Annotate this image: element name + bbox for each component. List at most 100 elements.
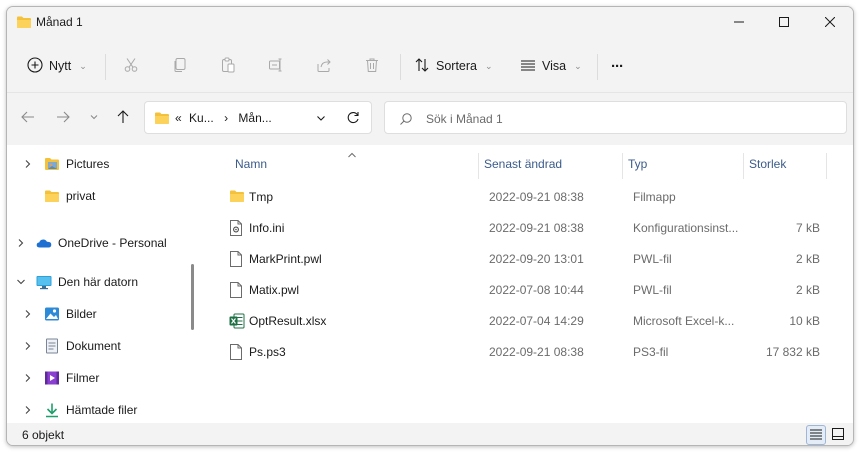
file-size: 10 kB [789,314,820,328]
address-history-dropdown[interactable] [316,112,326,126]
file-name: Matix.pwl [249,283,300,297]
details-view-icon [810,428,822,443]
chevron-right-icon[interactable] [22,309,34,319]
copy-icon [172,57,188,76]
chevron-right-icon[interactable] [22,405,34,415]
file-modified: 2022-09-20 13:01 [489,252,584,266]
more-icon: ··· [611,57,624,75]
chevron-right-icon[interactable] [22,159,34,169]
pictures-icon [44,306,60,322]
sidebar-item-bilder[interactable]: Bilder [7,302,193,326]
toolbar-divider [400,54,401,80]
chevron-down-icon [89,111,99,125]
column-divider[interactable] [622,153,623,179]
video-icon [44,370,60,386]
refresh-icon[interactable] [346,111,360,128]
view-list-icon [520,57,536,76]
file-size: 7 kB [795,221,820,235]
table-row[interactable]: Info.ini 2022-09-21 08:38 Konfigurations… [222,214,832,242]
chevron-right-icon[interactable] [22,341,34,351]
file-type: PWL-fil [633,252,672,266]
file-name: Info.ini [249,221,285,235]
up-button[interactable] [112,107,134,129]
trash-icon [364,57,380,76]
file-type: Microsoft Excel-k... [633,314,735,328]
pictures-icon [44,156,60,172]
search-box[interactable]: Sök i Månad 1 [384,101,847,134]
cut-button[interactable] [119,54,143,78]
sidebar-item-onedrive[interactable]: OneDrive - Personal [7,231,193,255]
file-name: Ps.ps3 [249,345,286,359]
column-divider[interactable] [826,153,827,179]
forward-button[interactable] [52,107,74,129]
rename-icon [268,57,284,76]
copy-button[interactable] [168,54,192,78]
toolbar-divider [597,54,598,80]
recent-locations-button[interactable] [83,107,105,129]
back-button[interactable] [17,107,39,129]
sidebar-item-pictures[interactable]: Pictures [7,152,193,176]
rename-button[interactable] [264,54,288,78]
navigation-scrollbar-thumb[interactable] [191,264,194,330]
file-modified: 2022-09-21 08:38 [489,190,584,204]
sort-button[interactable]: Sortera ⌄ [414,52,493,80]
paste-button[interactable] [216,54,240,78]
sidebar-item-label: Hämtade filer [66,403,138,417]
share-button[interactable] [312,54,336,78]
scissors-icon [123,57,139,76]
sidebar-item-dokument[interactable]: Dokument [7,334,193,358]
column-header-type[interactable]: Typ [628,157,647,171]
sidebar-item-this-pc[interactable]: Den här datorn [7,270,193,294]
delete-button[interactable] [360,54,384,78]
close-button[interactable] [807,7,853,37]
tiles-view-button[interactable] [828,425,848,445]
plus-circle-icon [27,56,43,76]
chevron-down-icon: ⌄ [574,60,582,71]
column-header-name[interactable]: Namn [235,157,267,171]
folder-icon [44,188,60,204]
search-placeholder: Sök i Månad 1 [426,112,503,126]
search-icon [399,112,413,129]
arrow-right-icon [56,110,70,127]
table-row[interactable]: Ps.ps3 2022-09-21 08:38 PS3-fil 17 832 k… [222,338,832,366]
column-header-modified[interactable]: Senast ändrad [484,157,562,171]
sort-icon [414,57,430,76]
sidebar-item-privat[interactable]: privat [7,184,193,208]
column-header-size[interactable]: Storlek [749,157,786,171]
chevron-right-icon[interactable] [15,238,27,248]
table-row[interactable]: Tmp 2022-09-21 08:38 Filmapp [222,183,832,211]
table-row[interactable]: OptResult.xlsx 2022-07-04 14:29 Microsof… [222,307,832,335]
table-row[interactable]: MarkPrint.pwl 2022-09-20 13:01 PWL-fil 2… [222,245,832,273]
breadcrumb-separator[interactable]: › [224,111,228,125]
file-list: Namn Senast ändrad Typ Storlek Tmp 2022-… [202,145,853,423]
sidebar-item-downloads[interactable]: Hämtade filer [7,398,193,422]
view-button[interactable]: Visa ⌄ [520,52,582,80]
details-view-button[interactable] [806,425,826,445]
sidebar-item-label: Dokument [66,339,121,353]
column-divider[interactable] [743,153,744,179]
breadcrumb-item[interactable]: Ku... [189,111,214,125]
new-button[interactable]: Nytt ⌄ [27,52,87,80]
chevron-right-icon[interactable] [22,373,34,383]
file-modified: 2022-09-21 08:38 [489,221,584,235]
file-type: Konfigurationsinst... [633,221,739,235]
address-bar[interactable]: « Ku... › Mån... [144,101,372,134]
breadcrumb-overflow[interactable]: « [175,111,182,125]
arrow-left-icon [21,110,35,127]
sidebar-item-filmer[interactable]: Filmer [7,366,193,390]
download-icon [44,402,60,418]
file-icon [229,282,245,298]
navigation-scrollbar[interactable] [187,155,201,423]
minimize-button[interactable] [716,7,762,37]
maximize-button[interactable] [761,7,807,37]
chevron-down-icon[interactable] [15,278,27,286]
arrow-up-icon [116,109,130,127]
breadcrumb-item[interactable]: Mån... [238,111,271,125]
window-title: Månad 1 [36,15,83,29]
more-options-button[interactable]: ··· [611,52,624,80]
column-divider[interactable] [478,153,479,179]
table-row[interactable]: Matix.pwl 2022-07-08 10:44 PWL-fil 2 kB [222,276,832,304]
status-bar: 6 objekt [7,423,853,445]
sort-label: Sortera [436,59,477,73]
title-bar[interactable]: Månad 1 [7,7,853,37]
